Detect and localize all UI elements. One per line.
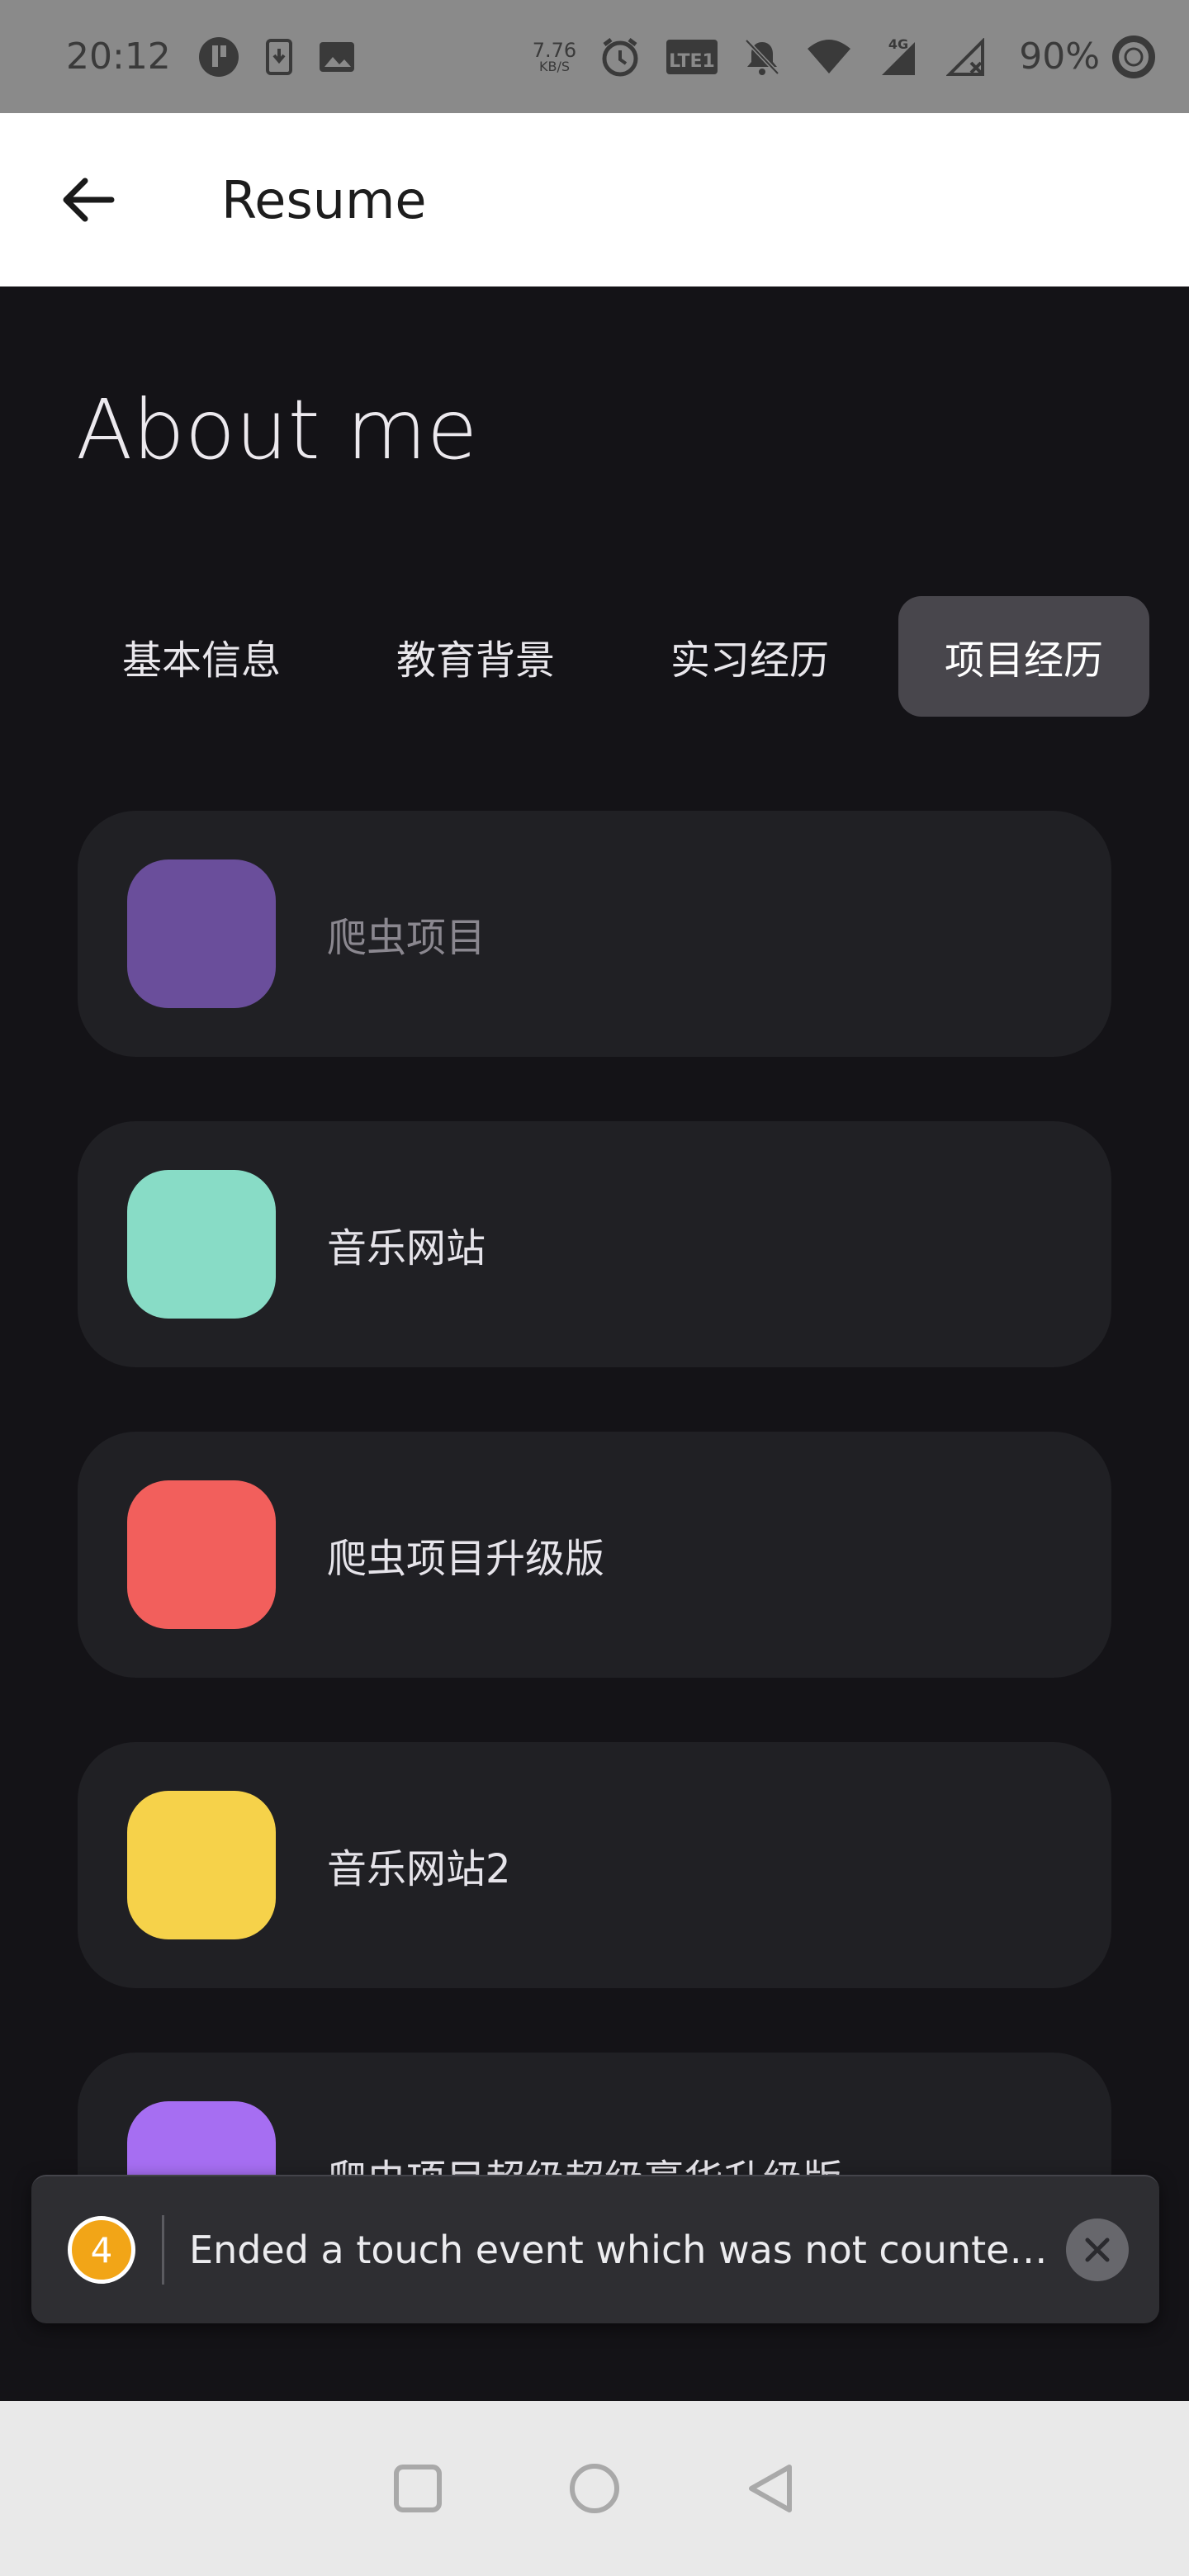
- nav-back-button[interactable]: [722, 2439, 821, 2538]
- network-speed-value: 7.76: [532, 38, 577, 62]
- tab-bar: 基本信息 教育背景 实习经历 项目经历: [76, 596, 1149, 717]
- battery-percent: 90%: [1019, 36, 1100, 78]
- toast-divider: [162, 2215, 164, 2285]
- network-type: 4G: [888, 37, 908, 52]
- project-label: 爬虫项目升级版: [327, 1536, 605, 1582]
- volte-icon: LTE1: [666, 39, 718, 75]
- tab-internship[interactable]: 实习经历: [624, 596, 875, 717]
- project-label: 音乐网站: [327, 1225, 486, 1271]
- recents-button[interactable]: [368, 2439, 467, 2538]
- app-bar: Resume: [0, 113, 1189, 286]
- close-icon: [1085, 2237, 1110, 2262]
- image-notification-icon: [318, 40, 356, 73]
- toast-close-button[interactable]: [1066, 2218, 1129, 2281]
- project-label: 爬虫项目: [327, 915, 486, 961]
- alarm-icon: [599, 36, 641, 78]
- warning-toast[interactable]: 4 Ended a touch event which was not coun…: [31, 2175, 1159, 2323]
- battery-ring-icon: [1111, 35, 1156, 79]
- project-color-swatch: [127, 859, 276, 1008]
- tab-projects[interactable]: 项目经历: [898, 596, 1149, 717]
- toast-message: Ended a touch event which was not counte…: [189, 2228, 1048, 2272]
- download-notification-icon: [265, 38, 293, 75]
- system-nav-bar: [0, 2401, 1189, 2576]
- wifi-icon: [806, 39, 852, 75]
- arrow-left-icon: [63, 178, 115, 222]
- status-bar: 20:12 7.76 KB/S LTE1 4G 90%: [0, 0, 1189, 113]
- project-label: 音乐网站2: [327, 1846, 511, 1892]
- page-title: Resume: [221, 169, 427, 230]
- status-time: 20:12: [66, 36, 171, 78]
- circle-icon: [570, 2464, 619, 2513]
- volte-label: LTE1: [669, 51, 715, 72]
- square-icon: [394, 2465, 442, 2512]
- home-button[interactable]: [545, 2439, 644, 2538]
- section-heading: About me: [76, 381, 478, 478]
- app-notification-icon: [197, 36, 240, 78]
- tab-basic-info[interactable]: 基本信息: [76, 596, 327, 717]
- cellular-signal-icon: 4G: [877, 37, 921, 77]
- status-right-group: 7.76 KB/S LTE1 4G 90%: [533, 35, 1156, 79]
- signal-no-sim-icon: [946, 37, 988, 76]
- back-button[interactable]: [41, 154, 134, 246]
- triangle-left-icon: [749, 2465, 792, 2512]
- project-card-3[interactable]: 音乐网站2: [78, 1742, 1111, 1988]
- network-speed: 7.76 KB/S: [533, 40, 576, 73]
- project-color-swatch: [127, 1480, 276, 1629]
- project-color-swatch: [127, 1791, 276, 1939]
- bell-muted-icon: [743, 37, 781, 77]
- tab-education[interactable]: 教育背景: [350, 596, 601, 717]
- project-card-1[interactable]: 音乐网站: [78, 1121, 1111, 1367]
- warning-count-badge: 4: [68, 2216, 135, 2284]
- project-card-0[interactable]: 爬虫项目: [78, 811, 1111, 1057]
- project-card-2[interactable]: 爬虫项目升级版: [78, 1432, 1111, 1678]
- network-speed-unit: KB/S: [538, 58, 570, 74]
- project-color-swatch: [127, 1170, 276, 1319]
